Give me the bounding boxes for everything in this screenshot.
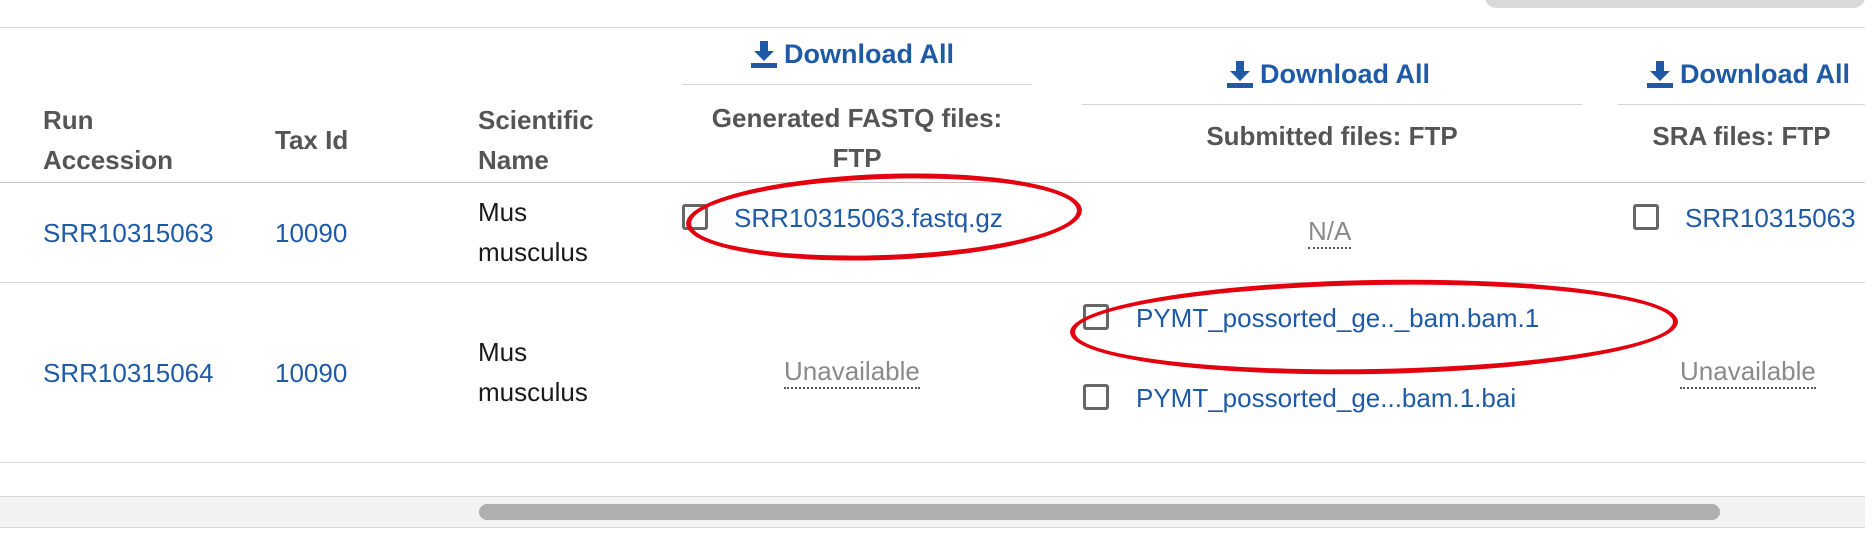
- download-all-fastq-button[interactable]: Download All: [750, 34, 954, 74]
- scientific-name: Mus musculus: [478, 197, 588, 267]
- submitted-file-link[interactable]: PYMT_possorted_ge.._bam.bam.1: [1136, 298, 1539, 338]
- download-all-sra-button[interactable]: Download All: [1646, 54, 1850, 94]
- group-line-submitted: [1082, 104, 1582, 105]
- run-accession-link[interactable]: SRR10315064: [43, 353, 214, 393]
- header-tax-id[interactable]: Tax Id: [275, 120, 348, 160]
- fastq-status: Unavailable: [784, 355, 920, 389]
- group-line-sra: [1618, 104, 1865, 105]
- table-bottom-border: [0, 462, 1865, 463]
- header-submitted-files[interactable]: Submitted files: FTP: [1082, 116, 1582, 156]
- sra-status: Unavailable: [1680, 355, 1816, 389]
- run-accession-link[interactable]: SRR10315063: [43, 213, 214, 253]
- row-divider: [0, 282, 1865, 283]
- fastq-checkbox[interactable]: [682, 204, 708, 230]
- fastq-file-link[interactable]: SRR10315063.fastq.gz: [734, 198, 1003, 238]
- submitted-file-checkbox[interactable]: [1083, 384, 1109, 410]
- header-sra-files[interactable]: SRA files: FTP: [1618, 116, 1865, 156]
- tax-id-link[interactable]: 10090: [275, 213, 347, 253]
- horizontal-scrollbar-track[interactable]: [0, 496, 1865, 528]
- top-border: [0, 27, 1865, 28]
- header-bottom-border: [0, 182, 1865, 183]
- submitted-file-link[interactable]: PYMT_possorted_ge...bam.1.bai: [1136, 378, 1516, 418]
- submitted-file-checkbox[interactable]: [1083, 304, 1109, 330]
- tax-id-link[interactable]: 10090: [275, 353, 347, 393]
- header-run-accession[interactable]: Run Accession: [43, 100, 173, 180]
- download-icon: [750, 39, 778, 69]
- horizontal-scrollbar-thumb[interactable]: [479, 504, 1720, 520]
- sra-file-link[interactable]: SRR10315063: [1685, 198, 1856, 238]
- top-scrollbar-thumb[interactable]: [1485, 0, 1865, 8]
- group-line-fastq: [682, 84, 1032, 85]
- scientific-name: Mus musculus: [478, 337, 588, 407]
- submitted-status: N/A: [1308, 215, 1352, 249]
- sra-checkbox[interactable]: [1633, 204, 1659, 230]
- header-generated-fastq[interactable]: Generated FASTQ files: FTP: [682, 98, 1032, 178]
- header-scientific-name[interactable]: Scientific Name: [478, 100, 594, 180]
- download-icon: [1646, 59, 1674, 89]
- download-all-submitted-button[interactable]: Download All: [1226, 54, 1430, 94]
- download-icon: [1226, 59, 1254, 89]
